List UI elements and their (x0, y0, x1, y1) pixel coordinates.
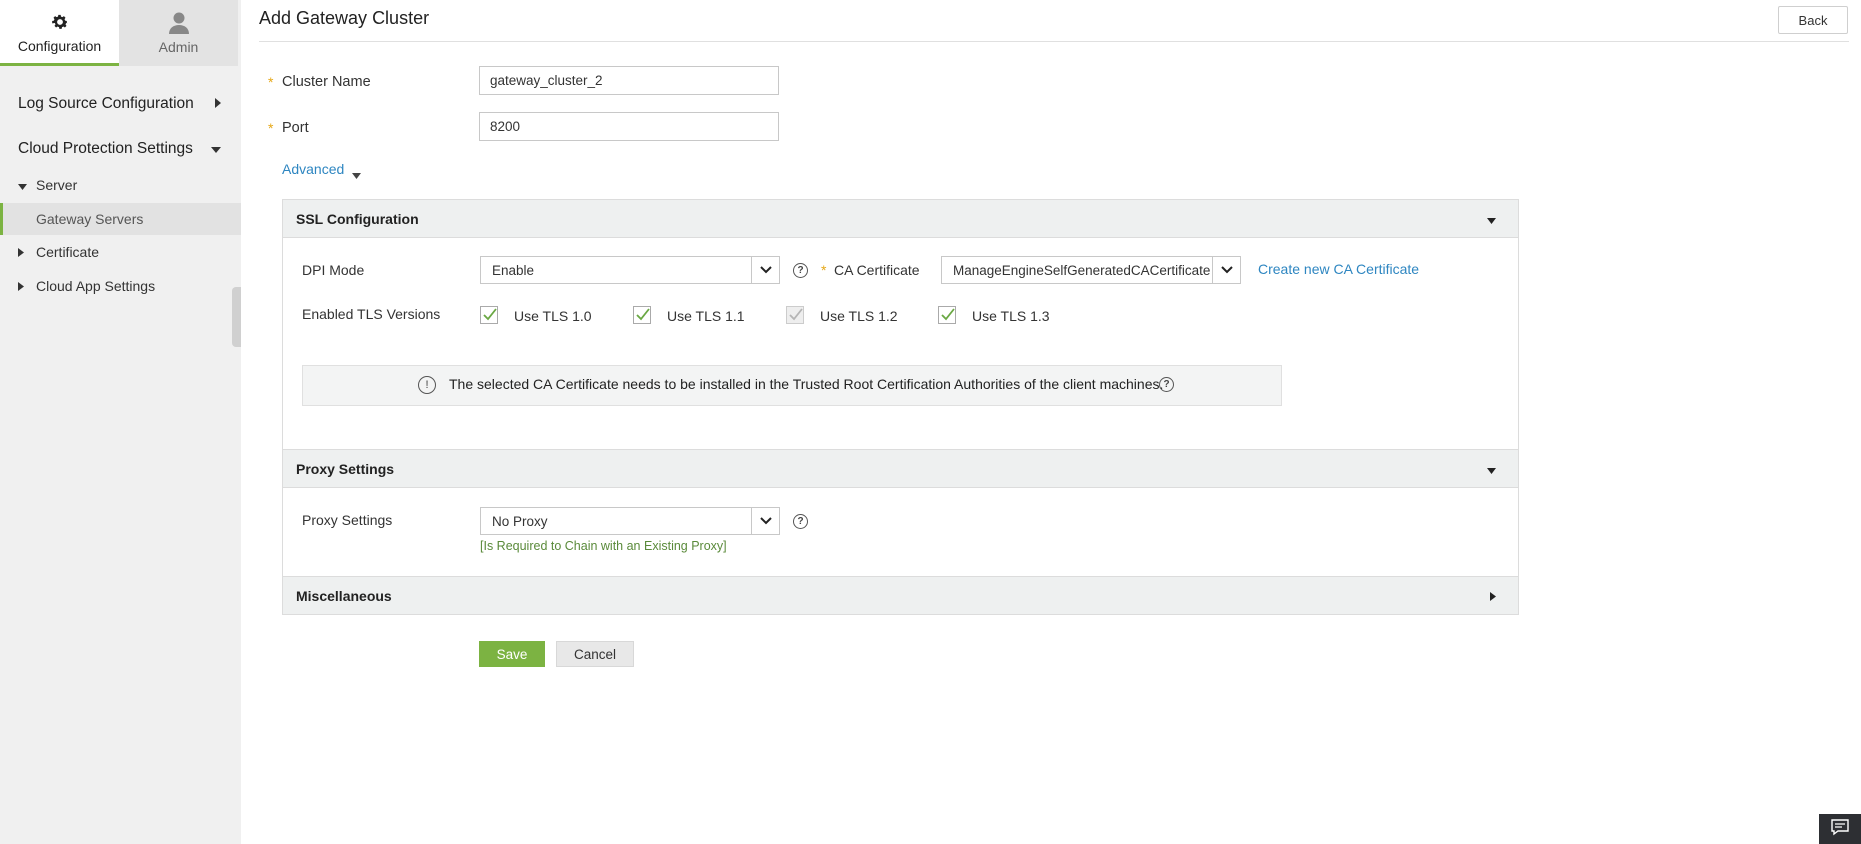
caret-down-icon[interactable] (352, 166, 361, 184)
caret-right-icon (1490, 588, 1496, 604)
title-divider (259, 41, 1849, 42)
ssl-configuration-title: SSL Configuration (296, 210, 419, 227)
proxy-settings-label: Proxy Settings (302, 512, 393, 528)
miscellaneous-title: Miscellaneous (296, 587, 392, 604)
tls-1-0-label: Use TLS 1.0 (514, 308, 592, 324)
sidebar-item-gateway-servers[interactable]: Gateway Servers (0, 203, 241, 235)
top-tabs: Configuration Admin (0, 0, 241, 66)
sidebar-item-server-label: Server (36, 177, 78, 193)
triangle-right-icon (18, 244, 24, 260)
nav-cloud-protection-settings[interactable]: Cloud Protection Settings (0, 134, 241, 164)
proxy-settings-title: Proxy Settings (296, 460, 395, 477)
help-icon[interactable]: ? (793, 263, 808, 278)
tls-1-3-label: Use TLS 1.3 (972, 308, 1050, 324)
dpi-mode-value: Enable (492, 262, 535, 278)
required-marker: * (821, 262, 827, 278)
tls-1-3-checkbox[interactable] (938, 306, 956, 324)
proxy-settings-header[interactable]: Proxy Settings (282, 449, 1519, 488)
nav-log-source-label: Log Source Configuration (18, 95, 194, 112)
required-marker: * (268, 74, 274, 90)
caret-down-icon (1487, 461, 1496, 477)
sidebar-item-cloud-app-settings-label: Cloud App Settings (36, 278, 156, 294)
ca-info-text: The selected CA Certificate needs to be … (449, 376, 1164, 392)
advanced-toggle[interactable]: Advanced (282, 161, 344, 177)
required-marker: * (268, 120, 274, 136)
sidebar-item-cloud-app-settings[interactable]: Cloud App Settings (0, 271, 241, 301)
cancel-button[interactable]: Cancel (556, 641, 634, 667)
chevron-down-icon (751, 257, 779, 283)
chevron-down-icon (1212, 257, 1240, 283)
sidebar: Configuration Admin Log Source Configura… (0, 0, 241, 844)
caret-down-icon (1487, 211, 1496, 227)
create-ca-certificate-link[interactable]: Create new CA Certificate (1258, 261, 1419, 277)
tab-configuration[interactable]: Configuration (0, 0, 119, 66)
tls-1-1-checkbox[interactable] (633, 306, 651, 324)
triangle-down-icon (18, 177, 27, 193)
chat-button[interactable] (1819, 814, 1861, 844)
caret-down-icon (211, 140, 221, 158)
save-button[interactable]: Save (479, 641, 545, 667)
tls-1-1-label: Use TLS 1.1 (667, 308, 745, 324)
user-icon (168, 11, 190, 35)
chat-icon (1830, 818, 1850, 841)
sidebar-item-certificate[interactable]: Certificate (0, 237, 241, 267)
triangle-right-icon (18, 278, 24, 294)
nav-cloud-protection-label: Cloud Protection Settings (18, 140, 193, 157)
help-icon[interactable]: ? (1159, 377, 1174, 392)
cluster-name-input[interactable] (479, 66, 779, 95)
proxy-settings-value: No Proxy (492, 513, 548, 529)
dpi-mode-label: DPI Mode (302, 262, 365, 278)
tab-configuration-label: Configuration (17, 37, 102, 54)
ca-certificate-label: CA Certificate (834, 262, 920, 278)
tls-1-2-checkbox[interactable] (786, 306, 804, 324)
tls-1-2-label: Use TLS 1.2 (820, 308, 898, 324)
sidebar-item-gateway-servers-label: Gateway Servers (36, 211, 144, 227)
chevron-down-icon (751, 508, 779, 534)
proxy-settings-select[interactable]: No Proxy (480, 507, 780, 535)
dpi-mode-select[interactable]: Enable (480, 256, 780, 284)
sidebar-item-server[interactable]: Server (0, 170, 241, 200)
sidebar-collapse-handle[interactable] (232, 287, 241, 347)
caret-right-icon (214, 95, 221, 113)
info-icon: ! (418, 376, 436, 394)
port-input[interactable] (479, 112, 779, 141)
ssl-configuration-header[interactable]: SSL Configuration (282, 199, 1519, 238)
tab-admin[interactable]: Admin (119, 0, 238, 66)
miscellaneous-header[interactable]: Miscellaneous (282, 576, 1519, 615)
help-icon[interactable]: ? (793, 514, 808, 529)
page-title: Add Gateway Cluster (259, 8, 430, 28)
port-label: Port (282, 120, 309, 136)
proxy-hint: [Is Required to Chain with an Existing P… (480, 539, 727, 553)
cluster-name-label: Cluster Name (282, 74, 371, 90)
tab-admin-label: Admin (158, 39, 199, 55)
back-button[interactable]: Back (1778, 6, 1848, 34)
nav-log-source-configuration[interactable]: Log Source Configuration (0, 89, 241, 119)
tls-1-0-checkbox[interactable] (480, 306, 498, 324)
ca-certificate-select[interactable]: ManageEngineSelfGeneratedCACertificate (941, 256, 1241, 284)
sidebar-item-certificate-label: Certificate (36, 244, 100, 260)
tls-versions-label: Enabled TLS Versions (302, 306, 441, 322)
gear-icon (50, 10, 70, 34)
ca-certificate-value: ManageEngineSelfGeneratedCACertificate (953, 262, 1210, 278)
